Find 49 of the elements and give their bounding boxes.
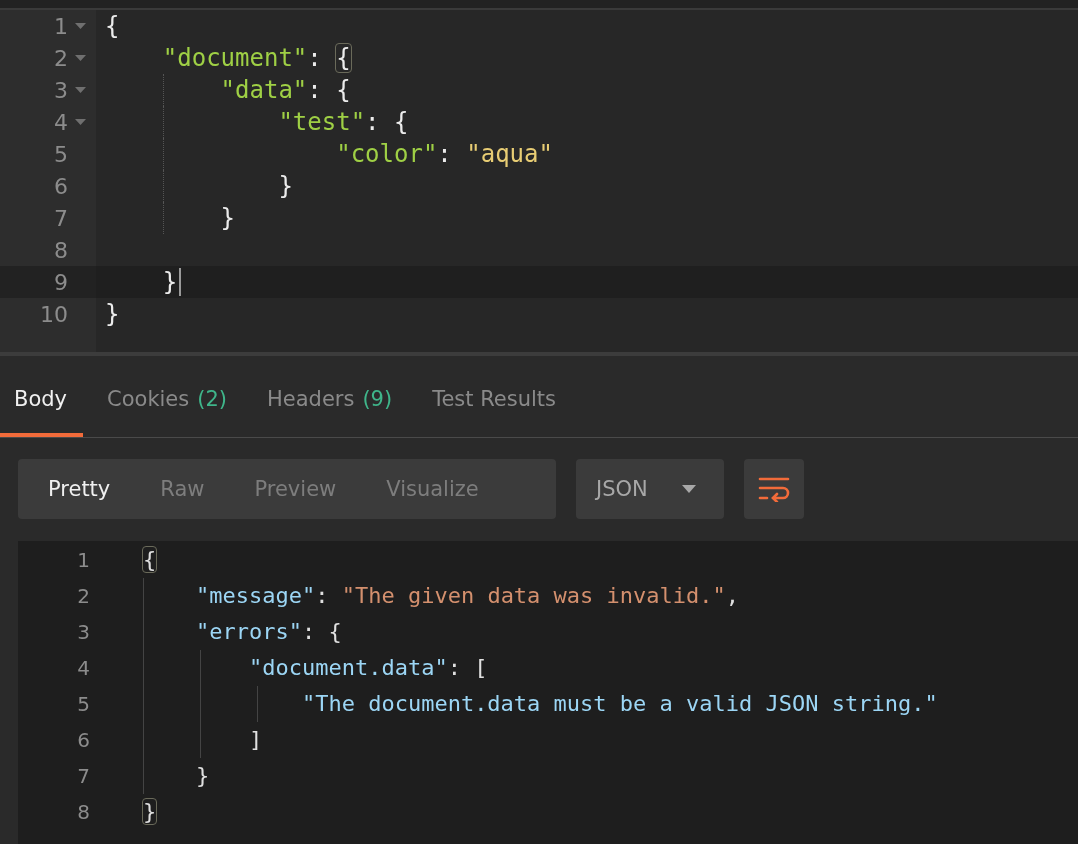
code-line: }: [219, 203, 236, 233]
code-line: }: [277, 171, 293, 201]
line-number: 7: [54, 205, 68, 231]
caret-icon: [682, 484, 696, 494]
response-tab[interactable]: Headers (9): [253, 356, 409, 437]
line-number: 3: [77, 620, 90, 644]
fold-arrow-icon[interactable]: [74, 118, 86, 126]
code-line: {: [105, 11, 120, 41]
line-number: 2: [54, 45, 68, 71]
code-line: "errors": {: [194, 618, 342, 646]
wrap-lines-button[interactable]: [744, 459, 804, 519]
line-number: 9: [54, 269, 68, 295]
response-tab[interactable]: Test Results: [418, 356, 572, 437]
line-number: 8: [54, 237, 68, 263]
line-number: 5: [77, 692, 90, 716]
line-number: 3: [54, 77, 68, 103]
line-number: 8: [77, 800, 90, 824]
code-line: "document.data": [: [247, 654, 488, 682]
code-line: }: [105, 299, 120, 329]
code-line: "document": {: [161, 43, 351, 73]
line-number: 1: [77, 548, 90, 572]
view-mode-option[interactable]: Pretty: [24, 459, 137, 519]
fold-arrow-icon[interactable]: [74, 22, 86, 30]
text-cursor: [179, 268, 182, 296]
format-dropdown[interactable]: JSON: [576, 459, 724, 519]
line-number: 4: [54, 109, 68, 135]
response-tab[interactable]: Body: [0, 356, 83, 437]
code-line: "message": "The given data was invalid.",: [194, 582, 740, 610]
fold-arrow-icon[interactable]: [74, 86, 86, 94]
code-line: }: [194, 762, 210, 790]
line-number: 6: [77, 728, 90, 752]
line-number: 7: [77, 764, 90, 788]
line-number: 6: [54, 173, 68, 199]
code-line: "color": "aqua": [335, 139, 553, 169]
fold-arrow-icon[interactable]: [74, 54, 86, 62]
wrap-lines-icon: [758, 476, 790, 502]
code-line: ]: [247, 726, 263, 754]
code-line: "The document.data must be a valid JSON string.": [300, 690, 938, 718]
line-number: 1: [54, 13, 68, 39]
code-line: {: [143, 546, 157, 574]
code-line: }: [161, 267, 178, 297]
response-tab[interactable]: Cookies (2): [93, 356, 243, 437]
code-line: }: [143, 798, 157, 826]
code-line: "test": {: [277, 107, 409, 137]
line-number: 2: [77, 584, 90, 608]
line-number: 10: [40, 301, 68, 327]
line-number: 5: [54, 141, 68, 167]
line-number: 4: [77, 656, 90, 680]
code-line: "data": {: [219, 75, 351, 105]
